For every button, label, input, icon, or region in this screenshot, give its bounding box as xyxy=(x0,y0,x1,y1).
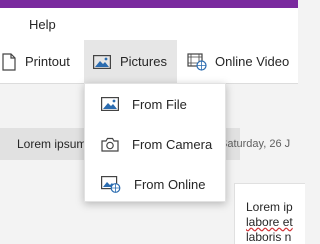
online-video-label: Online Video xyxy=(215,54,290,69)
spellcheck-word: labore et xyxy=(246,215,293,229)
image-icon xyxy=(101,97,119,111)
page-date: Saturday, 26 J xyxy=(220,138,291,150)
online-image-icon xyxy=(101,175,121,193)
section-label: Lorem ipsum xyxy=(17,137,87,151)
document-icon xyxy=(2,52,16,71)
printout-label: Printout xyxy=(25,54,70,69)
page-text-line: Lorem ip xyxy=(246,200,293,214)
title-bar-accent xyxy=(0,0,298,8)
from-file-label: From File xyxy=(132,96,187,112)
menu-help[interactable]: Help xyxy=(29,17,56,32)
online-video-button[interactable]: Online Video xyxy=(187,40,289,83)
from-camera-label: From Camera xyxy=(132,136,213,152)
ribbon-toolbar: Printout Pictures Online Video xyxy=(0,40,298,84)
from-camera-menu-item[interactable]: From Camera xyxy=(85,124,225,164)
pictures-button[interactable]: Pictures xyxy=(84,40,177,83)
page-text-line: laboris n xyxy=(246,230,292,244)
page-text-line: labore et xyxy=(246,215,293,229)
printout-button[interactable]: Printout xyxy=(0,40,70,83)
from-online-label: From Online xyxy=(134,176,206,192)
pictures-dropdown-menu: From File From Camera From Online xyxy=(84,83,226,202)
online-video-icon xyxy=(187,52,207,71)
camera-icon xyxy=(101,137,119,152)
from-online-menu-item[interactable]: From Online xyxy=(85,164,225,204)
pictures-label: Pictures xyxy=(120,54,167,69)
from-file-menu-item[interactable]: From File xyxy=(85,84,225,124)
image-icon xyxy=(93,54,111,69)
